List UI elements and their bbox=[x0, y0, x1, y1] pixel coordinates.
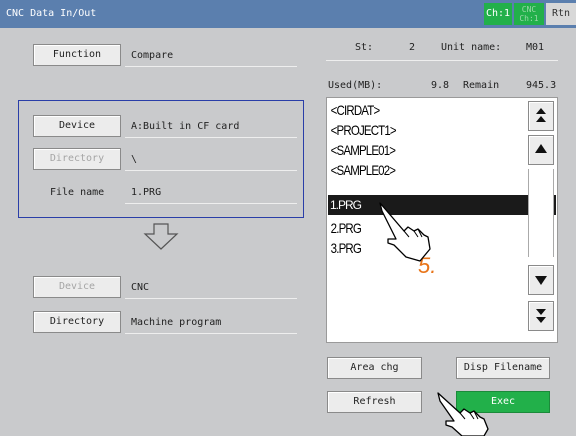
channel-button[interactable]: Ch:1 bbox=[484, 3, 512, 25]
source-device-value: A:Built in CF card bbox=[131, 121, 240, 132]
window-title: CNC Data In/Out bbox=[6, 8, 97, 19]
cnc-data-screen: CNC Data In/Out Ch:1 CNC Ch:1 Rtn St: 2 U… bbox=[0, 0, 576, 436]
station-value: 2 bbox=[409, 42, 416, 53]
cnc-channel-button[interactable]: CNC Ch:1 bbox=[514, 3, 544, 25]
remain-value: 945.3 bbox=[526, 80, 557, 91]
scroll-down-button[interactable] bbox=[528, 265, 554, 295]
device-button[interactable]: Device bbox=[33, 115, 121, 137]
unit-name-value: M01 bbox=[526, 42, 545, 53]
refresh-button[interactable]: Refresh bbox=[327, 391, 422, 413]
area-change-button[interactable]: Area chg bbox=[327, 357, 422, 379]
status-underline bbox=[326, 60, 558, 61]
scroll-bottom-button[interactable] bbox=[528, 301, 554, 331]
target-device-button-disabled[interactable]: Device bbox=[33, 276, 121, 298]
double-down-arrow-icon bbox=[536, 309, 546, 323]
list-item[interactable]: <CIRDAT> bbox=[329, 100, 485, 120]
list-item-selected[interactable]: 1.PRG bbox=[328, 195, 556, 215]
return-button[interactable]: Rtn bbox=[546, 3, 576, 25]
list-item[interactable]: <PROJECT1> bbox=[329, 120, 485, 140]
target-device-underline bbox=[125, 298, 297, 299]
double-up-arrow-icon bbox=[536, 108, 546, 122]
list-item[interactable]: <SAMPLE01> bbox=[329, 140, 485, 160]
tap-hand-icon bbox=[437, 392, 489, 436]
down-arrow-icon bbox=[535, 276, 547, 285]
source-directory-value: \ bbox=[131, 154, 138, 165]
tap-hand-icon bbox=[379, 202, 431, 262]
unit-name-label: Unit name: bbox=[441, 42, 502, 53]
scroll-top-button[interactable] bbox=[528, 101, 554, 131]
source-device-underline bbox=[125, 137, 297, 138]
transfer-arrow-icon bbox=[143, 223, 179, 250]
target-device-value: CNC bbox=[131, 282, 150, 293]
list-item[interactable]: <SAMPLE02> bbox=[329, 160, 485, 180]
source-directory-underline bbox=[125, 170, 297, 171]
target-directory-underline bbox=[125, 333, 297, 334]
directory-button-disabled[interactable]: Directory bbox=[33, 148, 121, 170]
used-value: 9.8 bbox=[431, 80, 450, 91]
file-name-value: 1.PRG bbox=[131, 187, 162, 198]
used-label: Used(MB): bbox=[328, 80, 383, 91]
list-scrollbar[interactable] bbox=[526, 97, 558, 343]
function-button[interactable]: Function bbox=[33, 44, 121, 66]
target-directory-button[interactable]: Directory bbox=[33, 311, 121, 333]
target-directory-value: Machine program bbox=[131, 317, 222, 328]
display-filename-button[interactable]: Disp Filename bbox=[456, 357, 550, 379]
station-label: St: bbox=[355, 42, 374, 53]
function-value: Compare bbox=[131, 50, 174, 61]
scroll-up-button[interactable] bbox=[528, 135, 554, 165]
remain-label: Remain bbox=[463, 80, 500, 91]
file-name-underline bbox=[125, 203, 297, 204]
up-arrow-icon bbox=[535, 144, 547, 153]
function-underline bbox=[125, 66, 297, 67]
scroll-track[interactable] bbox=[528, 169, 554, 257]
title-bar: CNC Data In/Out Ch:1 CNC Ch:1 Rtn bbox=[0, 0, 576, 28]
file-name-label: File name bbox=[50, 187, 105, 198]
file-list[interactable]: <CIRDAT> <PROJECT1> <SAMPLE01> <SAMPLE02… bbox=[326, 97, 558, 343]
